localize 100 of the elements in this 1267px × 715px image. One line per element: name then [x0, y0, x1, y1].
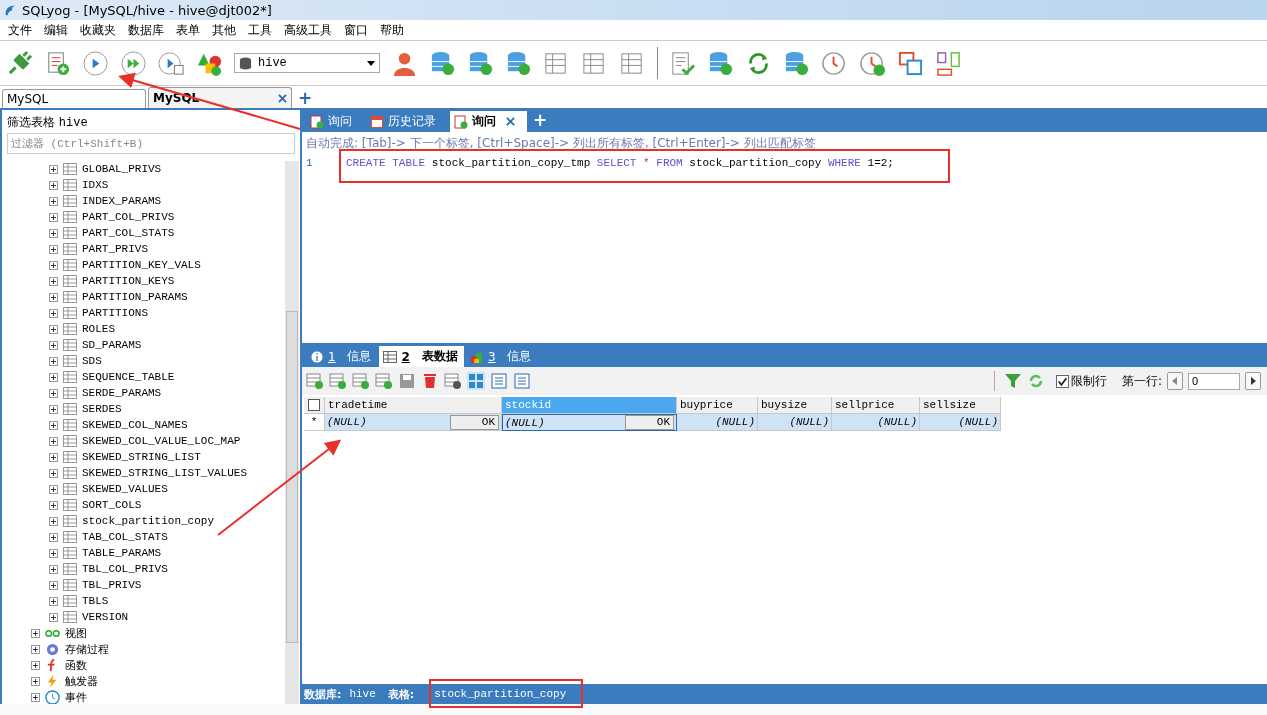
table-item[interactable]: SD_PARAMS — [82, 339, 142, 351]
connection-tab[interactable]: MySQL — [148, 87, 292, 108]
menu-item[interactable]: 数据库 — [124, 21, 172, 39]
expand-toggle[interactable] — [49, 404, 58, 414]
table-item[interactable]: SDS — [82, 355, 102, 367]
table-item[interactable]: PARTITION_KEYS — [82, 275, 175, 287]
table-item[interactable]: PART_COL_STATS — [82, 227, 175, 239]
close-icon[interactable] — [506, 117, 515, 126]
expand-toggle[interactable] — [49, 372, 58, 382]
table-item[interactable]: TABLE_PARAMS — [82, 547, 162, 559]
plug-icon[interactable] — [6, 49, 33, 77]
expand-toggle[interactable] — [49, 532, 58, 542]
add-tab-button[interactable]: + — [294, 88, 317, 108]
expand-toggle[interactable] — [49, 308, 58, 318]
windows-icon[interactable] — [897, 49, 924, 77]
expand-toggle[interactable] — [49, 212, 58, 222]
expand-toggle[interactable] — [49, 388, 58, 398]
previous-button[interactable] — [1167, 372, 1183, 390]
table-item[interactable]: TBLS — [82, 595, 109, 607]
expand-toggle[interactable] — [49, 580, 58, 590]
expand-toggle[interactable] — [49, 484, 58, 494]
query-tab[interactable]: 历史记录 — [366, 111, 448, 132]
table-item[interactable]: SERDES — [82, 403, 122, 415]
expand-toggle[interactable] — [49, 612, 58, 622]
expand-toggle[interactable] — [49, 500, 58, 510]
limit-rows-checkbox[interactable] — [1055, 374, 1069, 388]
table-item[interactable]: TAB_COL_STATS — [82, 531, 168, 543]
column-header[interactable]: buysize — [758, 397, 832, 414]
add-tab-button[interactable]: + — [529, 110, 552, 132]
select-all-checkbox[interactable] — [308, 399, 320, 411]
column-header[interactable]: buyprice — [677, 397, 758, 414]
menu-item[interactable]: 表单 — [172, 21, 208, 39]
table-item[interactable]: INDEX_PARAMS — [82, 195, 162, 207]
query-tab[interactable]: 询问 — [450, 111, 527, 132]
next-button[interactable] — [1245, 372, 1261, 390]
result-tab[interactable]: 1 信息 — [306, 346, 378, 367]
menu-item[interactable]: 工具 — [244, 21, 280, 39]
expand-toggle[interactable] — [49, 244, 58, 254]
table-item[interactable]: PART_PRIVS — [82, 243, 148, 255]
expand-toggle[interactable] — [49, 596, 58, 606]
table-item[interactable]: VERSION — [82, 611, 129, 623]
expand-toggle[interactable] — [49, 436, 58, 446]
table-item[interactable]: PARTITION_KEY_VALS — [82, 259, 201, 271]
table-item[interactable]: stock_partition_copy — [82, 515, 215, 527]
table-item[interactable]: GLOBAL_PRIVS — [82, 163, 162, 175]
expand-toggle[interactable] — [49, 468, 58, 478]
table-item[interactable]: SORT_COLS — [82, 499, 142, 511]
table-item[interactable]: ROLES — [82, 323, 115, 335]
menu-item[interactable]: 帮助 — [376, 21, 412, 39]
expand-toggle[interactable] — [49, 420, 58, 430]
expand-toggle[interactable] — [49, 292, 58, 302]
run-icon[interactable] — [82, 49, 109, 77]
column-header[interactable]: tradetime — [325, 397, 502, 414]
expand-toggle[interactable] — [49, 276, 58, 286]
expand-toggle[interactable] — [49, 452, 58, 462]
doccheck-icon[interactable] — [669, 49, 696, 77]
table-item[interactable]: IDXS — [82, 179, 109, 191]
table-cell[interactable]: (NULL) — [327, 416, 367, 428]
menu-item[interactable]: 编辑 — [40, 21, 76, 39]
result-tab[interactable]: 2 表数据 — [379, 346, 464, 367]
column-header[interactable]: sellprice — [832, 397, 920, 414]
runall-icon[interactable] — [120, 49, 147, 77]
expand-toggle[interactable] — [49, 356, 58, 366]
table-item[interactable]: SKEWED_STRING_LIST_VALUES — [82, 467, 248, 479]
menu-item[interactable]: 窗口 — [340, 21, 376, 39]
expand-toggle[interactable] — [49, 516, 58, 526]
folder-item[interactable]: 事件 — [65, 689, 87, 704]
expand-toggle[interactable] — [31, 660, 40, 670]
table-cell[interactable]: (NULL) — [505, 416, 545, 429]
clock-icon[interactable] — [821, 49, 848, 77]
expand-toggle[interactable] — [49, 164, 58, 174]
folder-item[interactable]: 视图 — [65, 625, 87, 641]
expand-toggle[interactable] — [31, 676, 40, 686]
table-item[interactable]: SKEWED_STRING_LIST — [82, 451, 201, 463]
expand-toggle[interactable] — [49, 340, 58, 350]
menu-item[interactable]: 其他 — [208, 21, 244, 39]
trash-icon[interactable] — [421, 372, 439, 390]
expand-toggle[interactable] — [49, 196, 58, 206]
close-icon[interactable] — [278, 93, 287, 103]
menu-item[interactable]: 收藏夹 — [76, 21, 124, 39]
folder-item[interactable]: 存储过程 — [65, 641, 109, 657]
expand-toggle[interactable] — [49, 228, 58, 238]
table-item[interactable]: SEQUENCE_TABLE — [82, 371, 175, 383]
query-tab[interactable]: 询问 — [306, 111, 364, 132]
expand-toggle[interactable] — [49, 548, 58, 558]
folder-item[interactable]: 函数 — [65, 657, 87, 673]
table-item[interactable]: SKEWED_COL_VALUE_LOC_MAP — [82, 435, 241, 447]
expand-toggle[interactable] — [49, 260, 58, 270]
table-item[interactable]: PART_COL_PRIVS — [82, 211, 175, 223]
grid-icon[interactable] — [467, 372, 485, 390]
filter-icon[interactable] — [1003, 372, 1022, 390]
scrollbar[interactable] — [285, 161, 299, 704]
result-tab[interactable]: 3 信息 — [466, 346, 538, 367]
filter-field[interactable]: 过滤器 (Ctrl+Shift+B) — [7, 133, 295, 154]
save-icon[interactable] — [398, 372, 416, 390]
table-item[interactable]: PARTITION_PARAMS — [82, 291, 188, 303]
first-row-field[interactable]: 0 — [1188, 372, 1240, 390]
menu-item[interactable]: 文件 — [4, 21, 40, 39]
expand-toggle[interactable] — [31, 628, 40, 638]
table-item[interactable]: SKEWED_VALUES — [82, 483, 168, 495]
